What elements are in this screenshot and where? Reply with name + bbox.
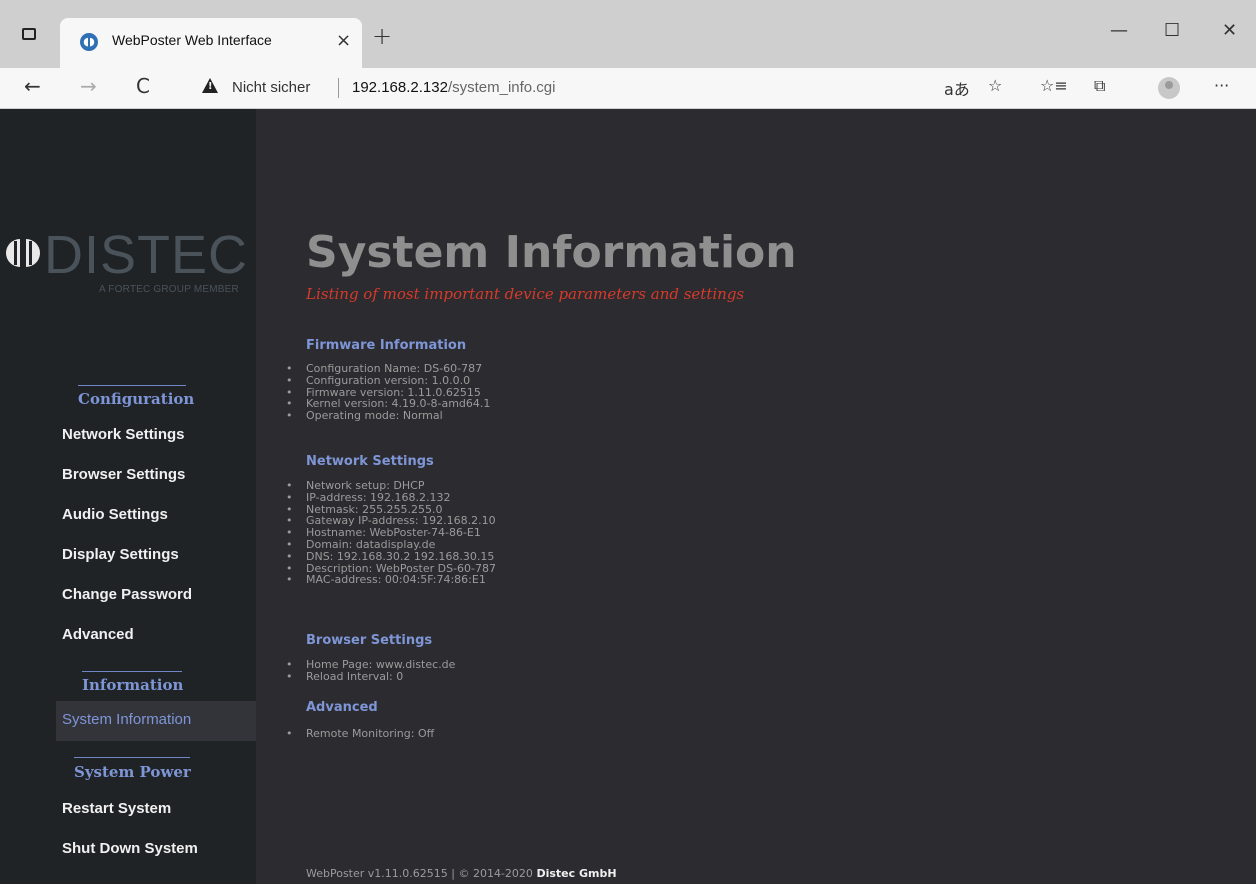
section-heading-system-power: System Power	[74, 763, 191, 781]
new-tab-button[interactable]: +	[372, 22, 392, 50]
list-item: Configuration version: 1.0.0.0	[286, 374, 490, 387]
nav-restart-system[interactable]: Restart System	[62, 800, 171, 817]
nav-system-information[interactable]: System Information	[56, 701, 256, 741]
browser-list: Home Page: www.distec.de Reload Interval…	[286, 659, 455, 683]
page-subtitle: Listing of most important device paramet…	[306, 285, 745, 303]
section-divider	[78, 385, 186, 386]
browser-tab[interactable]: ◖◗ WebPoster Web Interface ×	[60, 18, 362, 68]
section-heading-information: Information	[82, 676, 184, 694]
tab-actions-icon[interactable]	[22, 28, 36, 40]
more-menu-icon[interactable]: ···	[1214, 76, 1229, 95]
browser-heading: Browser Settings	[306, 633, 433, 648]
tab-title: WebPoster Web Interface	[112, 32, 272, 48]
section-heading-configuration: Configuration	[78, 390, 195, 408]
collections-icon[interactable]: ⧉	[1094, 76, 1105, 96]
url-text[interactable]: 192.168.2.132/system_info.cgi	[352, 79, 555, 96]
page-title: System Information	[306, 227, 797, 278]
list-item: MAC-address: 00:04:5F:74:86:E1	[286, 574, 496, 586]
logo-subtitle: A FORTEC GROUP MEMBER	[99, 284, 239, 295]
address-divider	[338, 78, 339, 98]
advanced-list: Remote Monitoring: Off	[286, 728, 434, 740]
list-item: Remote Monitoring: Off	[286, 728, 434, 740]
forward-button[interactable]: →	[80, 74, 97, 98]
back-button[interactable]: ←	[24, 74, 41, 98]
security-label[interactable]: Nicht sicher	[232, 79, 310, 96]
nav-network-settings[interactable]: Network Settings	[62, 426, 185, 443]
nav-shut-down-system[interactable]: Shut Down System	[62, 840, 198, 857]
nav-audio-settings[interactable]: Audio Settings	[62, 506, 168, 523]
network-heading: Network Settings	[306, 454, 434, 469]
read-aloud-icon[interactable]: aあ	[944, 76, 970, 100]
add-favorite-icon[interactable]: ☆	[988, 76, 1002, 95]
reload-button[interactable]: C	[136, 74, 150, 98]
nav-display-settings[interactable]: Display Settings	[62, 546, 179, 563]
list-item: Reload Interval: 0	[286, 670, 455, 683]
network-list: Network setup: DHCP IP-address: 192.168.…	[286, 480, 496, 586]
favorites-icon[interactable]: ☆≡	[1040, 76, 1068, 95]
minimize-button[interactable]: —	[1110, 20, 1128, 41]
maximize-button[interactable]: ☐	[1164, 20, 1180, 41]
list-item: IP-address: 192.168.2.132	[286, 491, 496, 504]
address-bar[interactable]: Nicht sicher 192.168.2.132/system_info.c…	[190, 73, 920, 103]
warning-icon[interactable]	[202, 78, 218, 93]
sidebar: DISTEC A FORTEC GROUP MEMBER Configurati…	[0, 109, 256, 884]
main-content: System Information Listing of most impor…	[256, 109, 1256, 884]
footer-company: Distec GmbH	[536, 867, 617, 880]
nav-advanced[interactable]: Advanced	[62, 626, 134, 643]
distec-logo-icon	[6, 239, 40, 267]
nav-browser-settings[interactable]: Browser Settings	[62, 466, 185, 483]
firmware-list: Configuration Name: DS-60-787 Configurat…	[286, 363, 490, 422]
profile-avatar[interactable]	[1158, 77, 1180, 99]
footer: WebPoster v1.11.0.62515 | © 2014-2020 Di…	[306, 867, 617, 880]
list-item: Domain: datadisplay.de	[286, 539, 496, 551]
firmware-heading: Firmware Information	[306, 338, 467, 353]
close-window-button[interactable]: ✕	[1222, 20, 1237, 41]
browser-toolbar: ← → C Nicht sicher 192.168.2.132/system_…	[0, 68, 1256, 109]
footer-version: WebPoster v1.11.0.62515 | © 2014-2020	[306, 867, 533, 880]
section-divider	[82, 671, 182, 672]
url-host: 192.168.2.132	[352, 79, 448, 96]
nav-system-information-label: System Information	[62, 711, 192, 728]
browser-titlebar: ◖◗ WebPoster Web Interface × + — ☐ ✕	[0, 0, 1256, 68]
advanced-heading: Advanced	[306, 700, 378, 715]
list-item: DNS: 192.168.30.2 192.168.30.15	[286, 550, 496, 563]
url-path: /system_info.cgi	[447, 79, 556, 96]
logo-text: DISTEC	[44, 225, 249, 285]
nav-change-password[interactable]: Change Password	[62, 586, 192, 603]
list-item: Operating mode: Normal	[286, 410, 490, 422]
section-divider	[74, 757, 190, 758]
webposter-favicon-icon: ◖◗	[80, 33, 98, 51]
tab-close-icon[interactable]: ×	[336, 30, 351, 51]
